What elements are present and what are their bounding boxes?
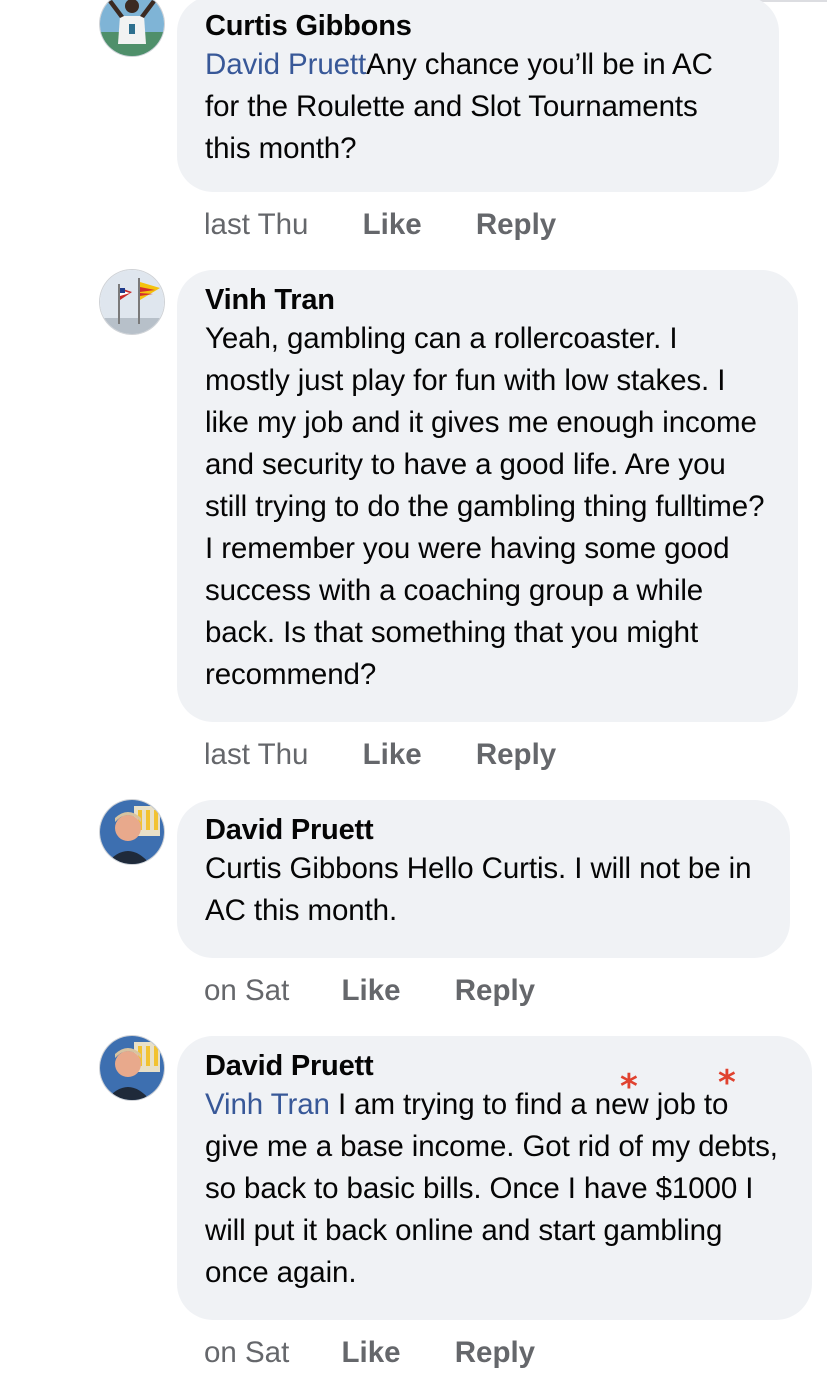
comment-bubble: Curtis Gibbons David PruettAny chance yo… (177, 0, 779, 192)
flags-photo-avatar-icon (100, 270, 164, 334)
comment-body: Curtis Gibbons Hello Curtis. I will not … (205, 852, 752, 927)
comment-actions: last Thu Like Reply (204, 737, 556, 773)
comment-actions: last Thu Like Reply (204, 207, 556, 243)
comment-time[interactable]: last Thu (204, 737, 308, 773)
avatar[interactable] (100, 270, 164, 334)
reply-button[interactable]: Reply (455, 973, 535, 1009)
comment-text: Vinh Tran I am trying to find a new job … (205, 1084, 784, 1294)
comment-bubble: David Pruett Curtis Gibbons Hello Curtis… (177, 800, 790, 958)
comment-text: David PruettAny chance you’ll be in AC f… (205, 44, 751, 170)
mention-link[interactable]: Vinh Tran (205, 1088, 330, 1121)
comment-body: Yeah, gambling can a rollercoaster. I mo… (205, 322, 765, 691)
avatar[interactable] (100, 1036, 164, 1100)
like-button[interactable]: Like (342, 1335, 401, 1371)
annotation-asterisk: * (718, 1063, 736, 1103)
annotation-asterisk: * (620, 1067, 638, 1107)
avatar[interactable] (100, 800, 164, 864)
comment-actions: on Sat Like Reply (204, 1335, 535, 1371)
like-button[interactable]: Like (363, 207, 422, 243)
comment-time[interactable]: on Sat (204, 1335, 289, 1371)
comment-author[interactable]: Curtis Gibbons (205, 8, 751, 44)
reply-button[interactable]: Reply (455, 1335, 535, 1371)
comment-bubble: David Pruett Vinh Tran I am trying to fi… (177, 1036, 812, 1320)
like-button[interactable]: Like (363, 737, 422, 773)
comment-time[interactable]: on Sat (204, 973, 289, 1009)
comment-bubble: Vinh Tran Yeah, gambling can a rollercoa… (177, 270, 798, 722)
man-photo-avatar-icon (100, 800, 164, 864)
man-photo-avatar-icon (100, 1036, 164, 1100)
mention-link[interactable]: David Pruett (205, 48, 366, 81)
avatar[interactable] (100, 0, 164, 56)
comment-time[interactable]: last Thu (204, 207, 308, 243)
reply-button[interactable]: Reply (476, 207, 556, 243)
like-button[interactable]: Like (342, 973, 401, 1009)
player-photo-avatar-icon (100, 0, 164, 56)
comment-author[interactable]: David Pruett (205, 812, 762, 848)
reply-button[interactable]: Reply (476, 737, 556, 773)
comment-actions: on Sat Like Reply (204, 973, 535, 1009)
comment-author[interactable]: Vinh Tran (205, 282, 770, 318)
comment-author[interactable]: David Pruett (205, 1048, 784, 1084)
